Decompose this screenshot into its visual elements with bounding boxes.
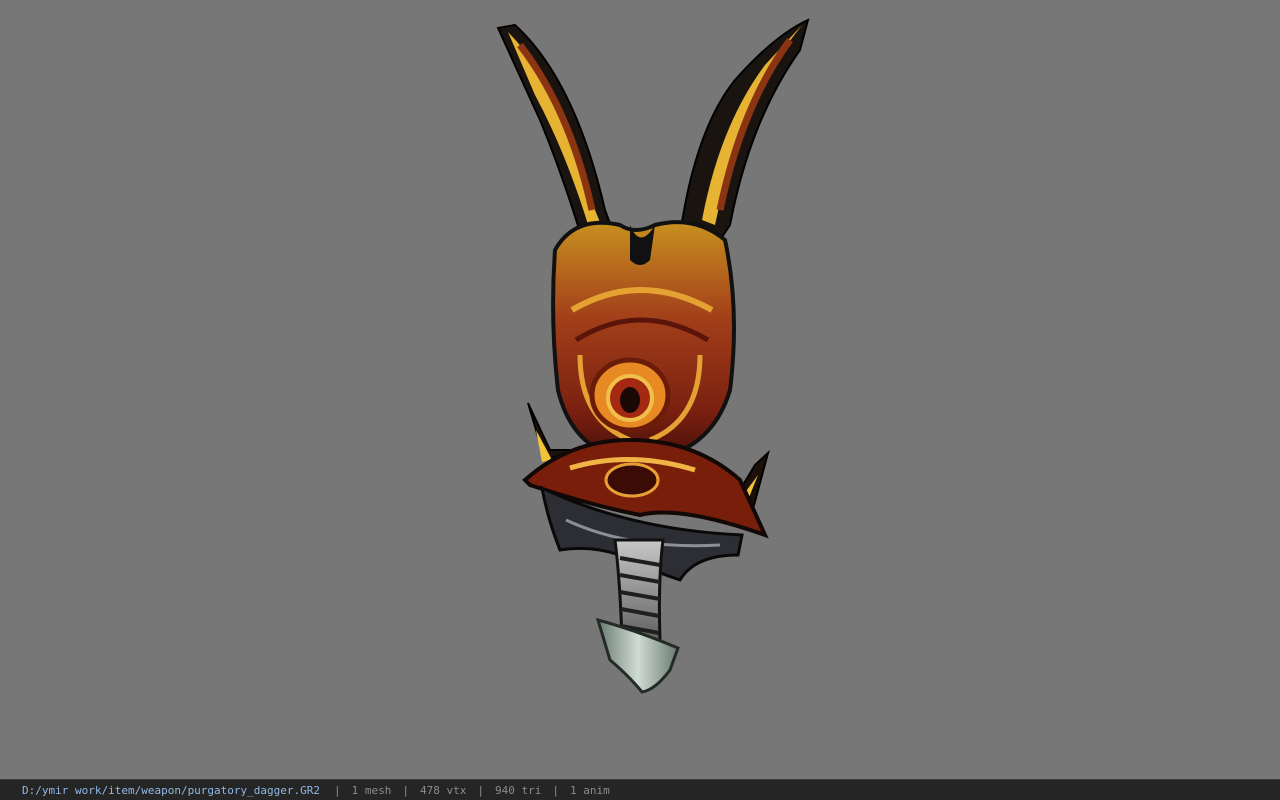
separator: |	[477, 783, 484, 797]
mesh-count: 1 mesh	[351, 783, 392, 797]
separator: |	[334, 783, 341, 797]
dagger-model	[496, 18, 810, 694]
triangle-count: 940 tri	[495, 783, 542, 797]
separator: |	[402, 783, 410, 797]
right-horn	[678, 18, 810, 257]
file-path: D:/ymir work/item/weapon/purgatory_dagge…	[22, 783, 321, 797]
model-viewport[interactable]	[0, 0, 1280, 779]
vertex-count: 478 vtx	[420, 783, 467, 797]
status-bar: D:/ymir work/item/weapon/purgatory_dagge…	[0, 779, 1280, 800]
animation-count: 1 anim	[569, 783, 610, 797]
separator: |	[552, 783, 559, 797]
